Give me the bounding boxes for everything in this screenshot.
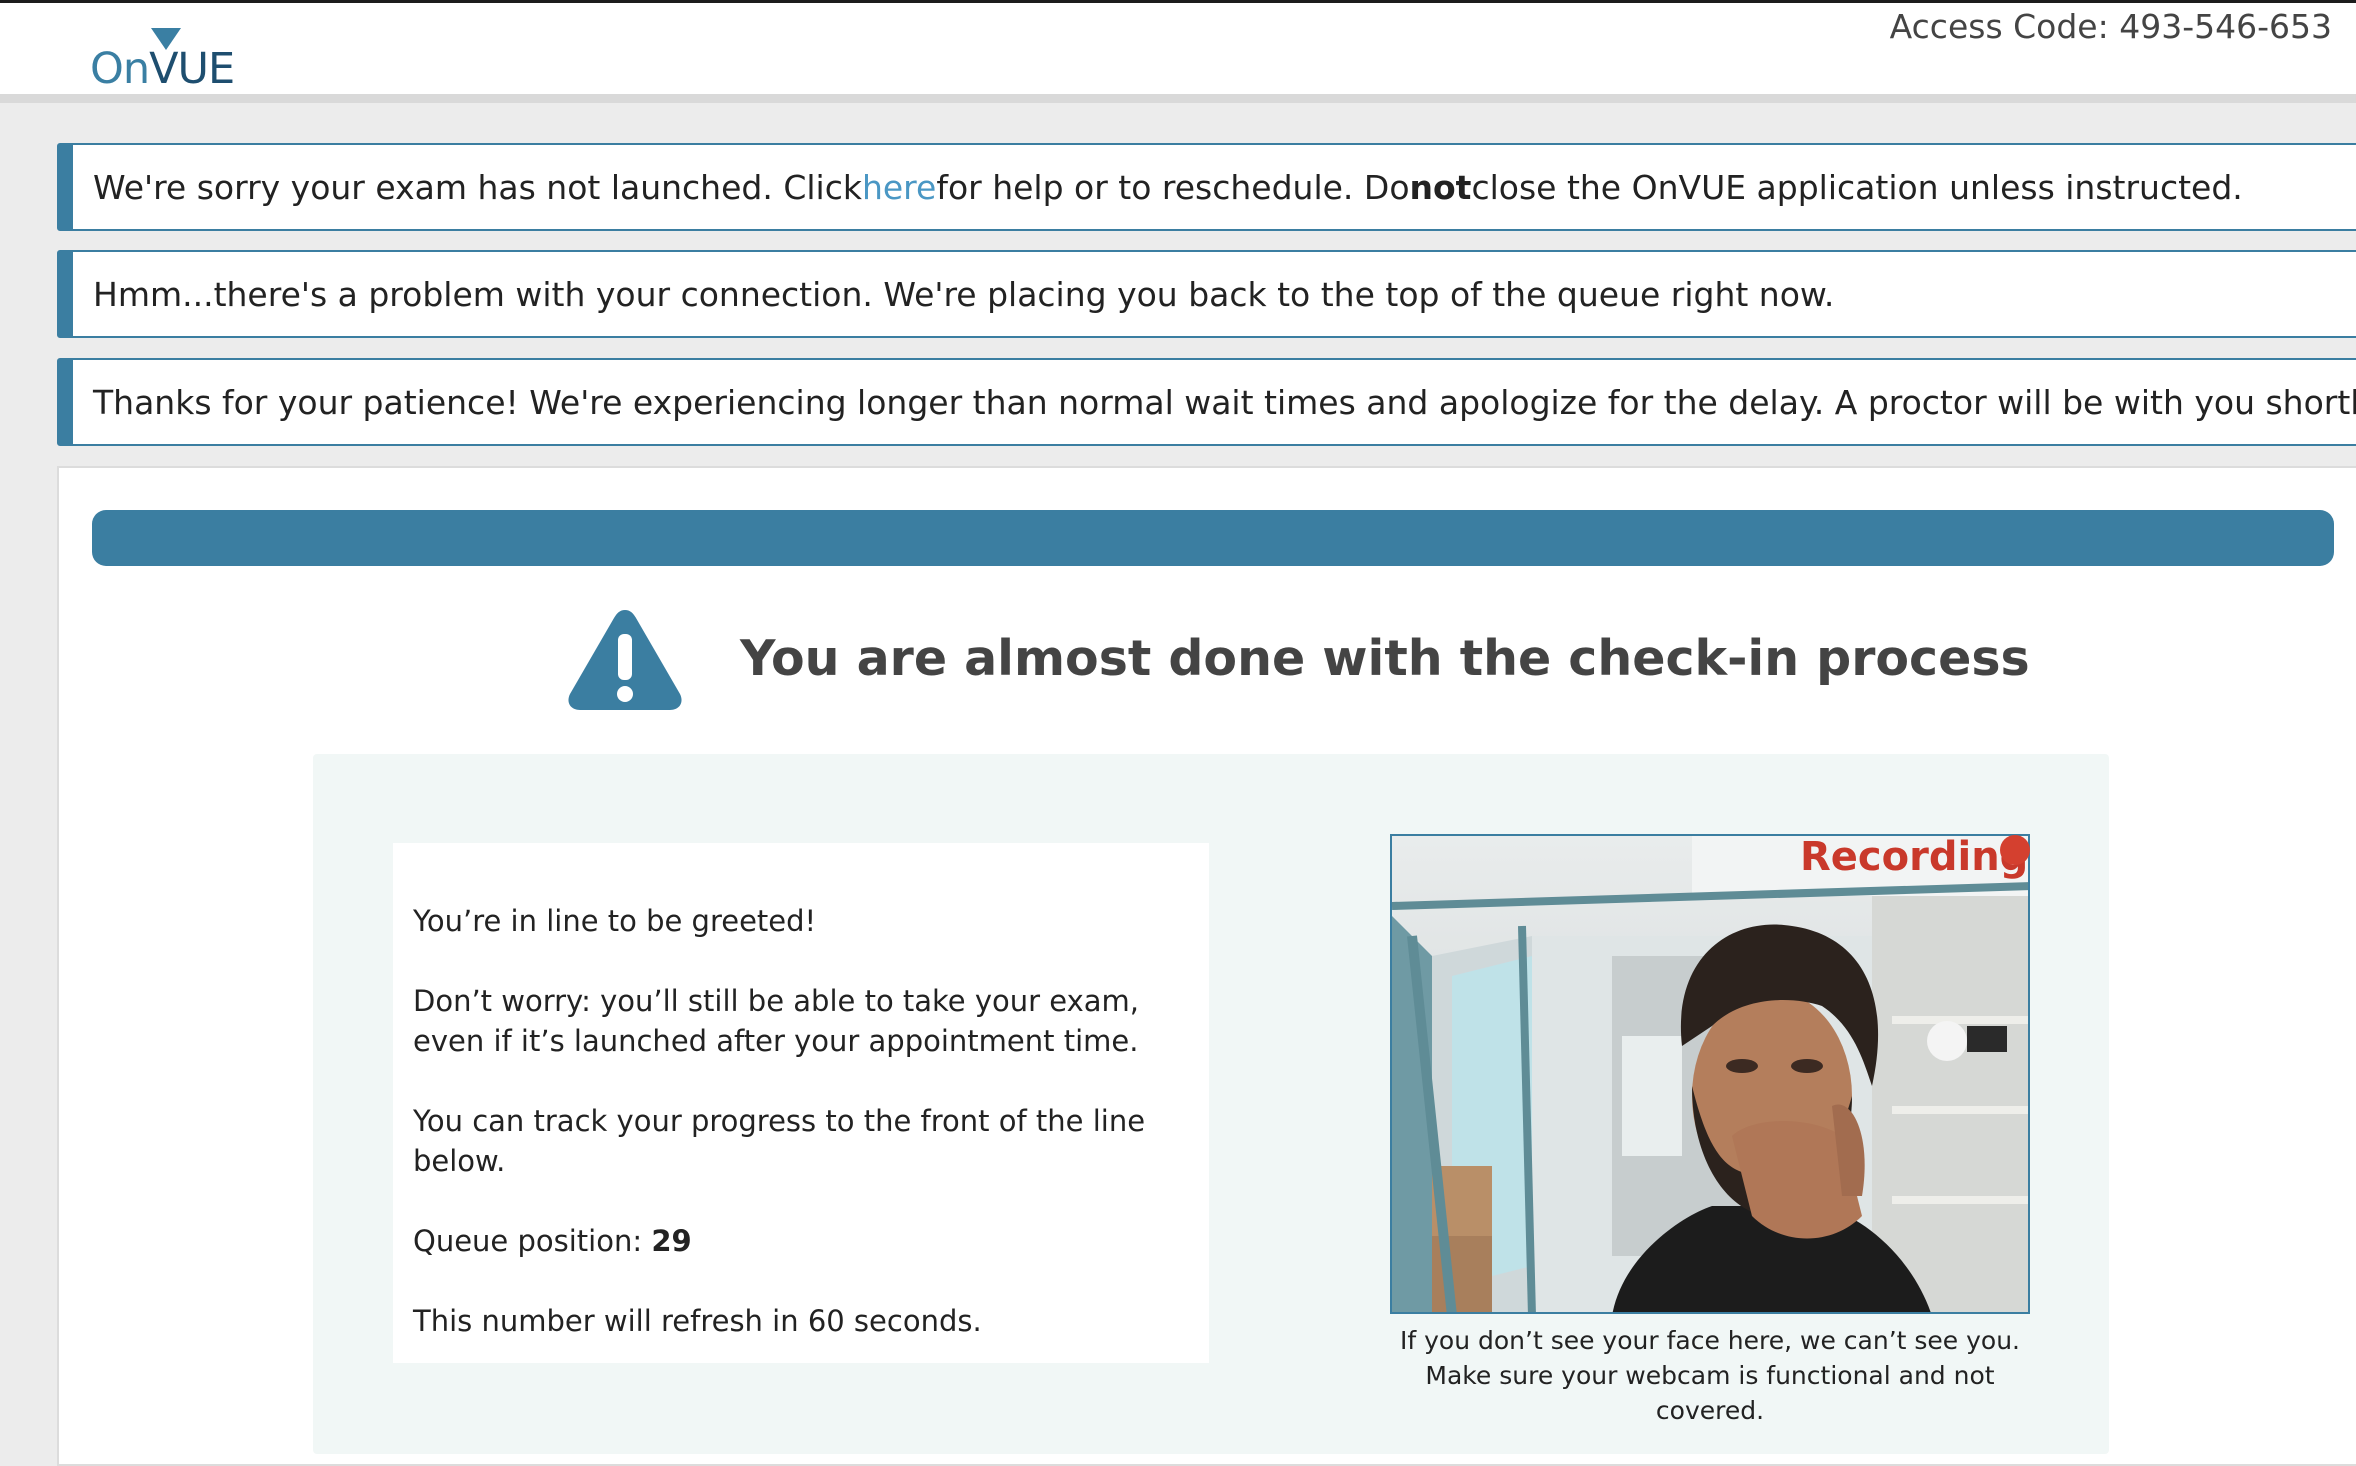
- alert-text: for help or to reschedule. Do: [936, 167, 1410, 207]
- alert-text: close the OnVUE application unless instr…: [1471, 167, 2243, 207]
- track-progress-text: You can track your progress to the front…: [413, 1104, 1146, 1178]
- logo-check-icon: [151, 28, 182, 50]
- dont-worry-text: Don’t worry: you’ll still be able to tak…: [413, 984, 1140, 1058]
- onvue-logo: On VUE: [90, 27, 235, 94]
- logo-on-text: On: [90, 44, 150, 94]
- webcam-feed: [1390, 834, 2030, 1314]
- app-header: On VUE Access Code: 493-546-653: [0, 0, 2356, 103]
- help-link[interactable]: here: [862, 168, 936, 207]
- queue-info-box: You’re in line to be greeted! Don’t worr…: [393, 843, 1209, 1363]
- queue-position: Queue position: 29: [413, 1224, 692, 1258]
- alert-bold-text: not: [1409, 167, 1472, 207]
- logo-vue-text: VUE: [149, 28, 235, 91]
- warning-icon: [568, 610, 682, 710]
- webcam-caption: If you don’t see your face here, we can’…: [1399, 1326, 2021, 1425]
- recording-label: Recording: [1800, 834, 2029, 880]
- refresh-text: This number will refresh in 60 seconds.: [413, 1304, 982, 1338]
- page-title: You are almost done with the check-in pr…: [740, 630, 2030, 687]
- alert-wait-times: Thanks for your patience! We're experien…: [57, 358, 2356, 446]
- alert-text: We're sorry your exam has not launched. …: [93, 167, 862, 207]
- access-code: Access Code: 493-546-653: [1889, 7, 2332, 46]
- progress-bar: [92, 510, 2334, 566]
- queue-position-value: 29: [651, 1224, 692, 1258]
- alert-text: Thanks for your patience! We're experien…: [93, 382, 2356, 422]
- in-line-text: You’re in line to be greeted!: [413, 904, 817, 938]
- alert-connection-problem: Hmm...there's a problem with your connec…: [57, 250, 2356, 338]
- recording-dot-icon: [2000, 835, 2030, 865]
- webcam-image: [1392, 836, 2028, 1312]
- alert-text: Hmm...there's a problem with your connec…: [93, 274, 1835, 314]
- alert-exam-not-launched: We're sorry your exam has not launched. …: [57, 143, 2356, 231]
